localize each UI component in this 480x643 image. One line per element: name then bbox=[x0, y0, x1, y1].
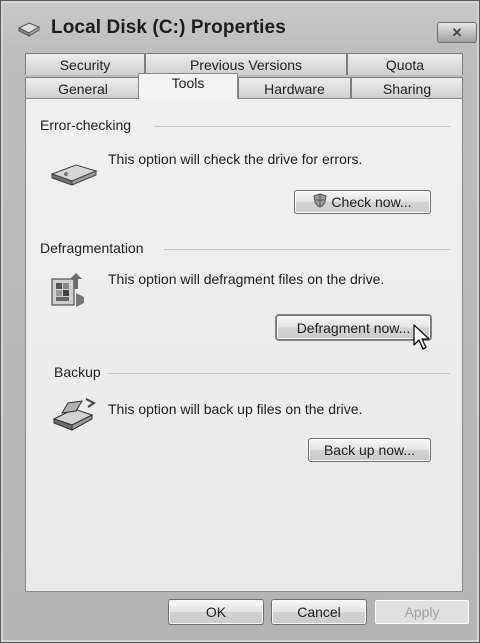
shield-icon bbox=[313, 193, 327, 211]
defragment-icon bbox=[48, 269, 90, 314]
defragment-now-button[interactable]: Defragment now... bbox=[276, 315, 431, 340]
defragment-now-label: Defragment now... bbox=[296, 319, 411, 336]
tab-quota[interactable]: Quota bbox=[347, 53, 463, 75]
tab-label: Hardware bbox=[264, 80, 325, 97]
drive-check-icon bbox=[46, 159, 102, 194]
back-up-now-label: Back up now... bbox=[323, 442, 416, 458]
tab-previous-versions[interactable]: Previous Versions bbox=[145, 53, 347, 75]
tab-security[interactable]: Security bbox=[25, 53, 145, 75]
apply-label: Apply bbox=[404, 604, 440, 620]
tab-label: Security bbox=[59, 56, 111, 73]
ok-button[interactable]: OK bbox=[168, 599, 264, 625]
group-divider bbox=[154, 126, 450, 127]
group-divider bbox=[164, 249, 450, 250]
mouse-cursor-icon bbox=[412, 323, 432, 351]
tab-label: Previous Versions bbox=[189, 56, 303, 73]
backup-icon bbox=[48, 395, 100, 440]
tab-tools[interactable]: Tools bbox=[138, 73, 238, 99]
group-divider bbox=[108, 373, 450, 374]
properties-window: Local Disk (C:) Properties ✕ Security Pr… bbox=[0, 0, 480, 643]
apply-button[interactable]: Apply bbox=[374, 599, 470, 625]
title-bar[interactable]: Local Disk (C:) Properties ✕ bbox=[7, 11, 477, 45]
backup-description: This option will back up files on the dr… bbox=[108, 401, 363, 417]
backup-title: Backup bbox=[54, 364, 101, 380]
close-icon: ✕ bbox=[451, 24, 463, 40]
close-button[interactable]: ✕ bbox=[437, 22, 477, 43]
tools-panel: Error-checking This option will check th… bbox=[25, 98, 463, 592]
window-title: Local Disk (C:) Properties bbox=[51, 17, 286, 38]
check-now-label: Check now... bbox=[331, 194, 412, 210]
error-checking-title: Error-checking bbox=[40, 117, 132, 133]
tab-label: Quota bbox=[385, 56, 425, 73]
cancel-label: Cancel bbox=[297, 604, 341, 620]
tab-label: Sharing bbox=[382, 80, 432, 97]
error-checking-description: This option will check the drive for err… bbox=[108, 151, 363, 167]
cancel-button[interactable]: Cancel bbox=[271, 599, 367, 625]
tab-label: Tools bbox=[171, 74, 205, 91]
tab-label: General bbox=[58, 80, 108, 97]
defragmentation-title: Defragmentation bbox=[40, 240, 144, 256]
ok-label: OK bbox=[205, 604, 227, 620]
check-now-button[interactable]: Check now... bbox=[294, 190, 431, 214]
drive-icon bbox=[17, 19, 41, 37]
tab-sharing[interactable]: Sharing bbox=[351, 77, 463, 99]
back-up-now-button[interactable]: Back up now... bbox=[308, 438, 431, 462]
tab-general[interactable]: General bbox=[25, 77, 141, 99]
tab-strip: Security Previous Versions Quota General… bbox=[25, 53, 463, 99]
defragmentation-description: This option will defragment files on the… bbox=[108, 271, 385, 287]
tab-hardware[interactable]: Hardware bbox=[238, 77, 351, 99]
